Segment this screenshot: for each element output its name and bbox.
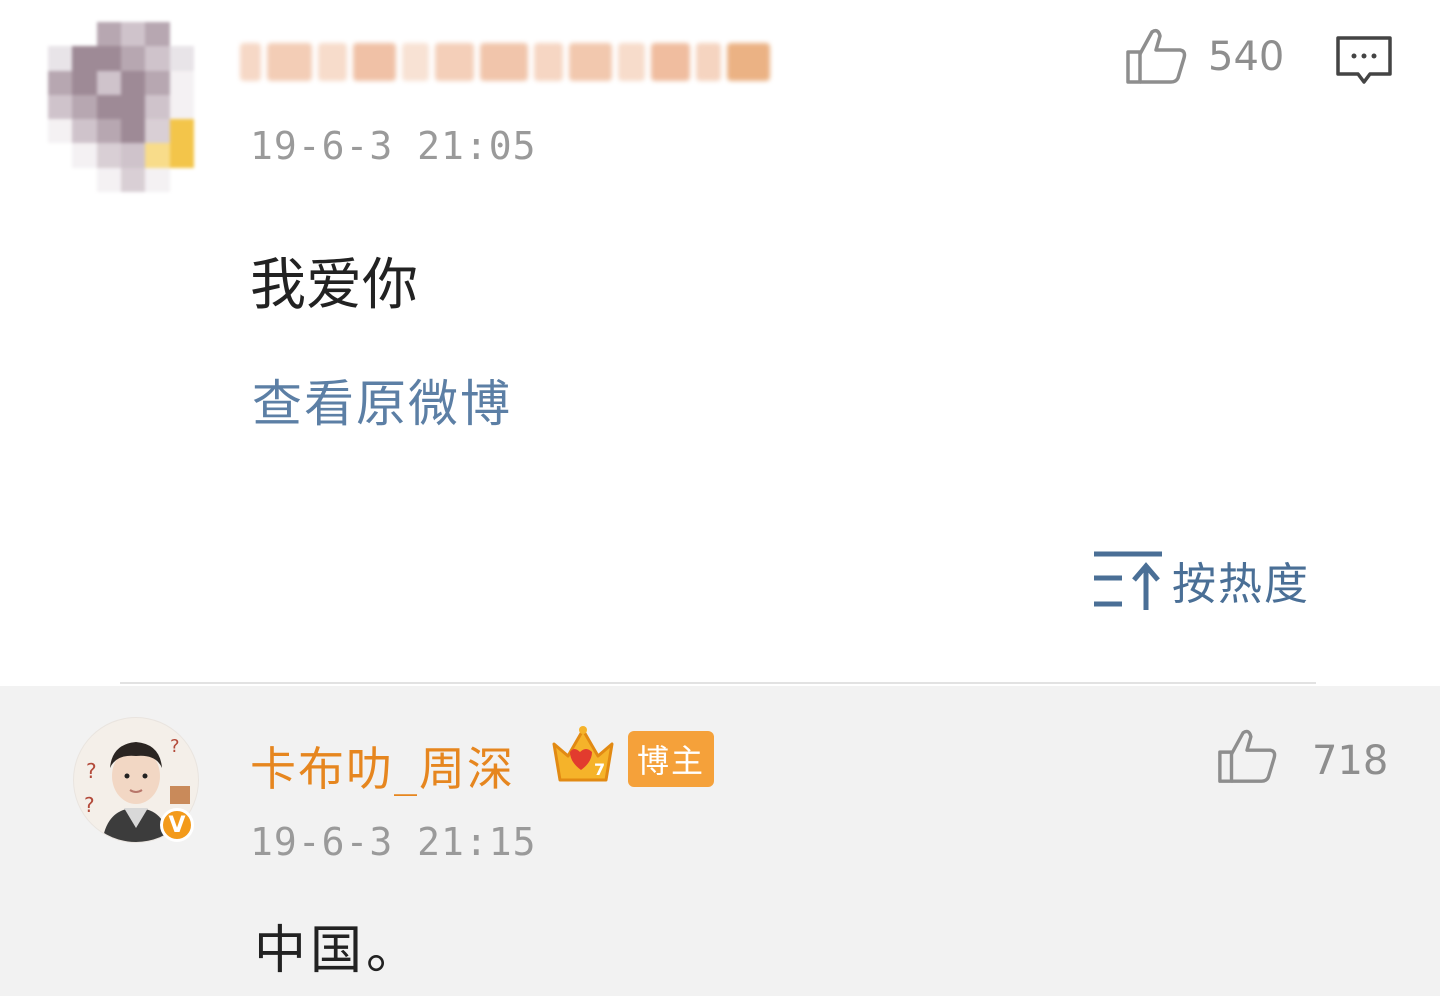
level-number: 7: [594, 760, 606, 779]
verified-badge-icon: V: [160, 808, 194, 842]
view-original-link[interactable]: 查看原微博: [252, 364, 512, 436]
author-avatar[interactable]: ? ? ? V: [72, 716, 200, 844]
comment-text: 我爱你: [250, 253, 418, 318]
comment-timestamp: 19-6-3 21:05: [250, 124, 537, 168]
reply-text: 中国。: [254, 921, 423, 981]
reply-timestamp: 19-6-3 21:15: [250, 820, 537, 864]
sort-by-popularity[interactable]: 按热度: [1092, 548, 1310, 612]
svg-text:?: ?: [84, 793, 95, 817]
sort-label: 按热度: [1172, 559, 1310, 610]
author-name[interactable]: 卡布叻_周深: [250, 733, 515, 799]
comment-bubble-icon: [1334, 34, 1394, 90]
commenter-name[interactable]: [240, 32, 770, 92]
like-button[interactable]: [1124, 26, 1188, 86]
thumbs-up-icon: [1124, 26, 1188, 86]
divider: [120, 682, 1316, 684]
blogger-badge: 博主: [628, 731, 714, 787]
svg-text:?: ?: [86, 759, 97, 783]
crown-icon: 7: [548, 722, 618, 790]
thumbs-up-icon: [1216, 726, 1278, 786]
reply-like-button[interactable]: [1216, 726, 1278, 786]
svg-text:?: ?: [170, 736, 180, 757]
reply-button[interactable]: [1334, 34, 1394, 90]
like-count: 540: [1208, 34, 1285, 80]
commenter-avatar[interactable]: [48, 22, 194, 192]
sort-ascending-icon: [1092, 548, 1164, 612]
reply-like-count: 718: [1312, 738, 1389, 784]
